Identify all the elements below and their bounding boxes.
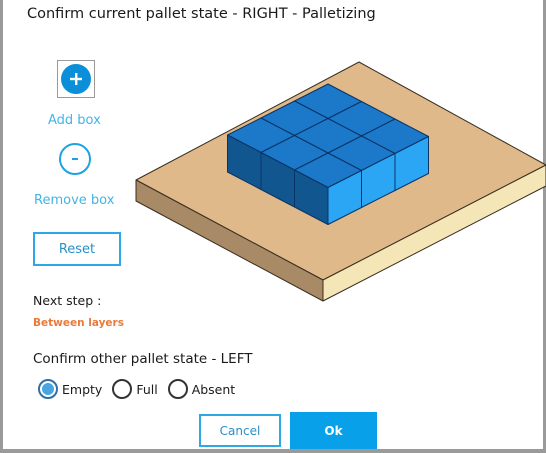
remove-box-label[interactable]: Remove box	[34, 193, 114, 208]
minus-icon	[59, 143, 91, 175]
reset-button[interactable]: Reset	[33, 232, 121, 266]
radio-label: Empty	[62, 381, 103, 397]
radio-absent[interactable]: Absent	[167, 379, 236, 399]
radio-label: Full	[136, 381, 158, 397]
radio-button[interactable]	[38, 379, 58, 399]
add-box-button[interactable]	[57, 60, 95, 98]
next-step-value: Between layers	[33, 317, 124, 329]
plus-icon	[61, 64, 91, 94]
radio-label: Absent	[191, 381, 236, 397]
confirm-other-label: Confirm other pallet state - LEFT	[33, 351, 253, 367]
add-box-label[interactable]: Add box	[48, 113, 101, 128]
dialog-frame: Confirm current pallet state - RIGHT - P…	[0, 0, 546, 453]
next-step-label: Next step :	[33, 293, 102, 308]
remove-box-button[interactable]	[57, 141, 93, 177]
pallet-state-radio-group: Empty Full Absent	[38, 378, 245, 400]
radio-selected-dot	[42, 383, 54, 395]
cancel-button[interactable]: Cancel	[199, 414, 281, 447]
radio-empty[interactable]: Empty	[38, 379, 102, 399]
ok-button[interactable]: Ok	[290, 412, 377, 449]
radio-button[interactable]	[167, 379, 188, 399]
radio-button[interactable]	[112, 379, 133, 399]
radio-full[interactable]: Full	[112, 379, 158, 399]
